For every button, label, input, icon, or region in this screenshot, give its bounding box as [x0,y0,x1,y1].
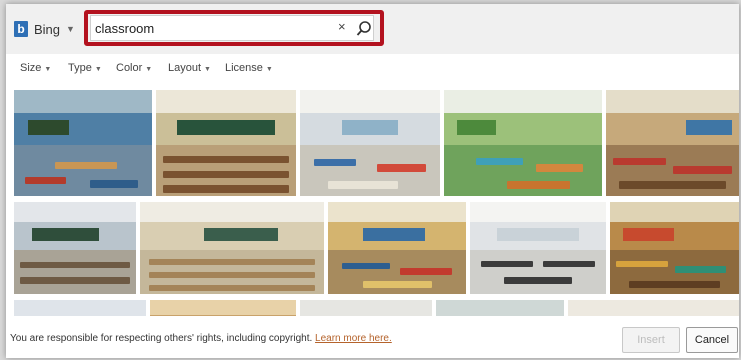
copyright-notice: You are responsible for respecting other… [10,333,392,344]
image-result[interactable] [470,202,606,294]
filter-type-label: Type [68,62,92,74]
chevron-down-icon: ▼ [66,24,75,34]
filter-bar: Size ▼ Type ▼ Color ▼ Layout ▼ License ▼ [6,54,739,82]
insert-button[interactable]: Insert [622,327,680,353]
source-label: Bing [34,21,61,37]
search-highlight-box [84,10,384,46]
bing-logo-icon: b [14,21,28,37]
image-result[interactable] [14,202,136,294]
chevron-down-icon: ▼ [44,66,52,73]
filter-layout[interactable]: Layout ▼ [168,62,211,74]
image-result[interactable] [300,300,432,316]
filter-type[interactable]: Type ▼ [68,62,102,74]
image-result[interactable] [150,300,296,316]
image-result[interactable] [14,300,146,316]
image-result[interactable] [300,90,440,196]
filter-layout-label: Layout [168,62,202,74]
learn-more-link[interactable]: Learn more here. [315,333,392,344]
online-pictures-dialog: b Bing ▼ × Size▼ Type▼ Color▼ Layout▼ Li [6,4,739,358]
copyright-text: You are responsible for respecting other… [10,333,313,344]
chevron-down-icon: ▼ [265,66,273,73]
filter-color-label: Color [116,62,143,74]
filter-size[interactable]: Size ▼ [20,62,51,74]
image-result[interactable] [140,202,324,294]
chevron-down-icon: ▼ [94,66,102,73]
image-result[interactable] [568,300,739,316]
filter-license-label: License [225,62,263,74]
image-result[interactable] [156,90,296,196]
chevron-down-icon: ▼ [145,66,153,73]
filter-size-label: Size [20,62,42,74]
image-result[interactable] [328,202,466,294]
search-bar: b Bing ▼ × [6,4,739,54]
image-results-grid [6,86,739,316]
chevron-down-icon: ▼ [204,66,211,73]
image-result[interactable] [14,90,152,196]
filter-license[interactable]: License ▼ [225,62,273,74]
image-result[interactable] [436,300,564,316]
image-result[interactable] [610,202,739,294]
image-result[interactable] [606,90,739,196]
cancel-button[interactable]: Cancel [686,327,738,353]
source-selector[interactable]: b Bing ▼ [14,16,80,42]
filter-color[interactable]: Color ▼ [116,62,152,74]
image-result[interactable] [444,90,602,196]
